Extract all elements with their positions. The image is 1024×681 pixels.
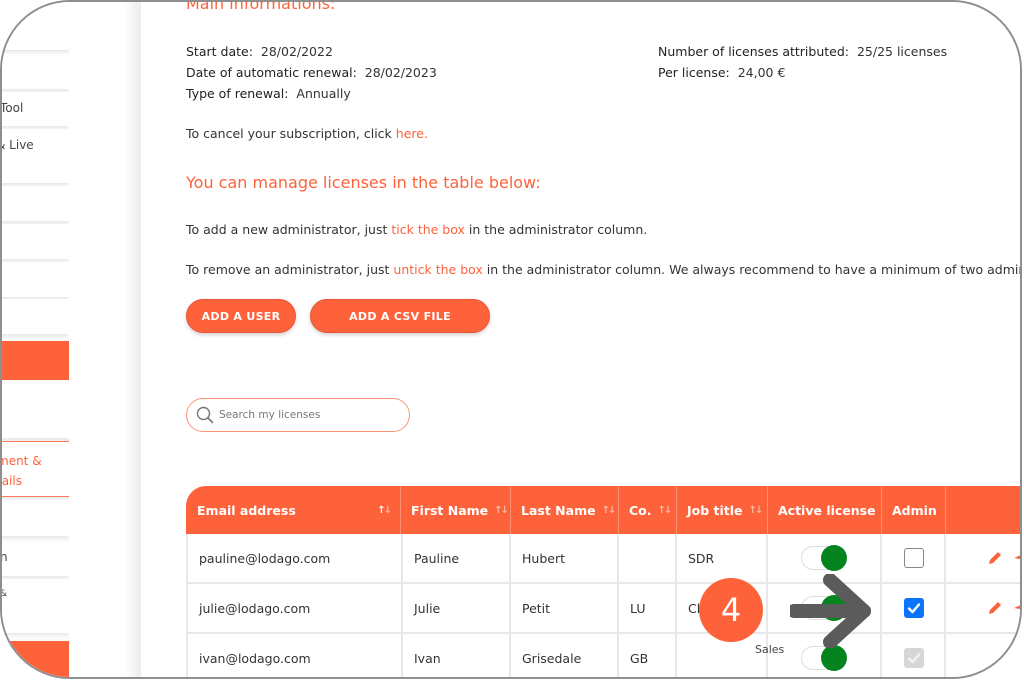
cell-actions: [946, 534, 1022, 582]
sidebar-item[interactable]: &: [2, 579, 69, 633]
sort-icon[interactable]: ↑↓: [602, 505, 617, 516]
info-right: Number of licenses attributed: 25/25 lic…: [658, 41, 947, 83]
table-row: julie@lodago.com Julie Petit LU Cl: [186, 584, 1022, 634]
table-header: Email address ↑↓ First Name ↑↓ Last Name ↑↓…: [186, 486, 1020, 534]
active-license-toggle[interactable]: [801, 545, 847, 571]
cell-first-name: Pauline: [403, 534, 511, 582]
screenshot-frame: Tool & Live n & ment & tails Main inform…: [0, 0, 1022, 679]
column-header-job-title[interactable]: Job title ↑↓: [677, 486, 768, 534]
sidebar-item[interactable]: [2, 384, 69, 438]
sidebar-item[interactable]: n: [2, 541, 69, 576]
cell-co: GB: [619, 634, 677, 677]
column-header-co[interactable]: Co. ↑↓: [619, 486, 677, 534]
info-left: Start date: 28/02/2022 Date of automatic…: [186, 41, 437, 104]
cell-co: LU: [619, 584, 677, 632]
column-header-last-name[interactable]: Last Name ↑↓: [511, 486, 619, 534]
column-header-admin: Admin: [882, 486, 946, 534]
sort-icon[interactable]: ↑↓: [658, 505, 673, 516]
sidebar-item-tool[interactable]: Tool: [2, 92, 69, 126]
sidebar-item[interactable]: [2, 299, 69, 334]
floating-label: Sales: [755, 643, 785, 656]
cell-email: pauline@lodago.com: [186, 534, 403, 582]
cell-job-title: SDR: [677, 534, 768, 582]
info-row: Start date: 28/02/2022: [186, 44, 333, 59]
cell-email: julie@lodago.com: [186, 584, 403, 632]
sort-icon[interactable]: ↑↓: [494, 505, 509, 516]
cell-last-name: Grisedale: [511, 634, 619, 677]
sidebar-item[interactable]: [2, 262, 69, 297]
admin-checkbox-disabled: [904, 648, 924, 668]
add-csv-button[interactable]: ADD A CSV FILE: [310, 299, 490, 333]
cancel-text: To cancel your subscription, click here.: [186, 126, 428, 141]
sidebar-item[interactable]: [2, 224, 69, 259]
admin-checkbox[interactable]: [904, 598, 924, 618]
send-icon[interactable]: [1013, 600, 1022, 616]
search-placeholder: Search my licenses: [219, 409, 321, 421]
pencil-icon[interactable]: [987, 550, 1003, 566]
table-row: pauline@lodago.com Pauline Hubert SDR: [186, 534, 1022, 584]
sidebar-gutter: [69, 2, 141, 677]
info-row: Per license: 24,00 €: [658, 65, 786, 80]
sidebar-item[interactable]: [2, 186, 69, 221]
sort-icon[interactable]: ↑↓: [749, 505, 764, 516]
cell-actions: [946, 584, 1022, 632]
manage-title: You can manage licenses in the table bel…: [186, 173, 541, 192]
cell-admin: [882, 634, 946, 677]
add-admin-text: To add a new administrator, just tick th…: [186, 222, 648, 237]
sidebar-item[interactable]: [2, 500, 69, 536]
active-license-toggle[interactable]: [801, 645, 847, 671]
cell-last-name: Hubert: [511, 534, 619, 582]
sidebar: Tool & Live n & ment & tails: [2, 2, 87, 677]
pencil-icon[interactable]: [987, 600, 1003, 616]
info-row: Number of licenses attributed: 25/25 lic…: [658, 44, 948, 59]
cancel-link[interactable]: here.: [396, 126, 428, 141]
info-row: Date of automatic renewal: 28/02/2023: [186, 65, 437, 80]
column-header-email[interactable]: Email address ↑↓: [186, 486, 401, 534]
cell-first-name: Ivan: [403, 634, 511, 677]
sidebar-item-active[interactable]: [2, 341, 69, 380]
sidebar-item-active[interactable]: [2, 641, 69, 677]
main-content: Main informations: Start date: 28/02/202…: [141, 0, 1022, 677]
column-header-actions: [946, 486, 1020, 534]
cell-co: [619, 534, 677, 582]
cell-admin: [882, 534, 946, 582]
cell-last-name: Petit: [511, 584, 619, 632]
info-row: Type of renewal: Annually: [186, 86, 351, 101]
cell-first-name: Julie: [403, 584, 511, 632]
sidebar-item-live[interactable]: & Live: [2, 129, 69, 183]
cell-email: ivan@lodago.com: [186, 634, 403, 677]
cell-actions: [946, 634, 1020, 677]
table-row: ivan@lodago.com Ivan Grisedale GB: [186, 634, 1020, 677]
column-header-active-license: Active license: [768, 486, 882, 534]
column-header-first-name[interactable]: First Name ↑↓: [401, 486, 511, 534]
arrow-right-icon: [790, 574, 871, 648]
search-icon: [196, 406, 214, 424]
remove-admin-text: To remove an administrator, just untick …: [186, 262, 1022, 277]
sidebar-item[interactable]: [2, 54, 69, 89]
section-title: Main informations:: [186, 0, 336, 13]
add-user-button[interactable]: ADD A USER: [186, 299, 296, 333]
cell-admin: [882, 584, 946, 632]
send-icon[interactable]: [1013, 550, 1022, 566]
sidebar-item[interactable]: [2, 2, 69, 50]
admin-checkbox[interactable]: [904, 548, 924, 568]
sort-icon[interactable]: ↑↓: [377, 505, 392, 516]
search-input[interactable]: Search my licenses: [186, 398, 410, 432]
step-number-badge: 4: [699, 578, 763, 642]
